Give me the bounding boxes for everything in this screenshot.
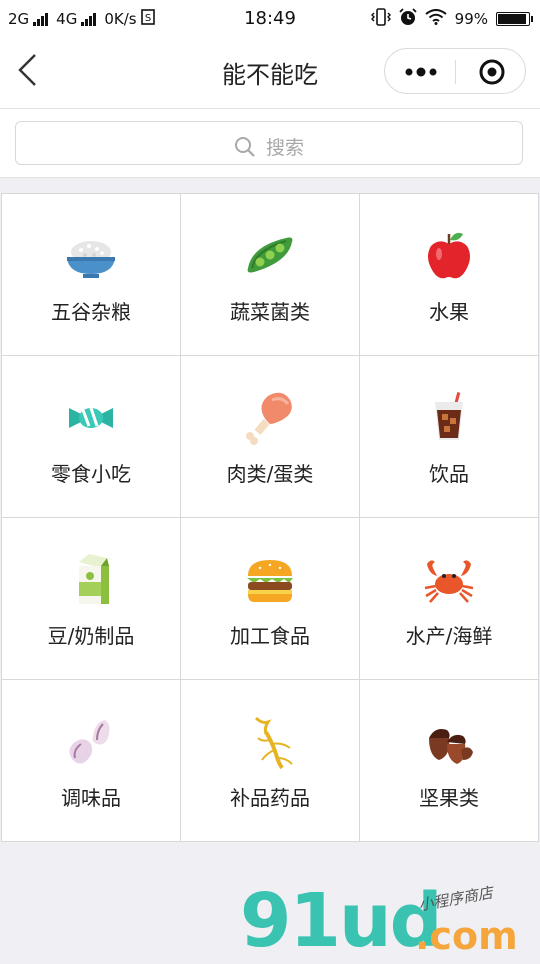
battery-percent: 99% [454,10,488,28]
category-label: 零食小吃 [51,462,131,486]
search-section: 搜索 [0,109,540,178]
search-input[interactable]: 搜索 [15,121,523,165]
close-miniprogram-button[interactable] [456,49,526,93]
category-label: 五谷杂粮 [51,300,131,324]
wifi-icon [425,9,447,29]
category-label: 调味品 [61,786,121,810]
drumstick-icon [246,392,292,445]
category-grains[interactable]: 五谷杂粮 [2,194,180,355]
category-label: 蔬菜菌类 [230,300,310,324]
rice-bowl-icon [67,241,115,278]
category-fruit[interactable]: 水果 [360,194,538,355]
category-seasonings[interactable]: 调味品 [2,680,180,841]
category-label: 饮品 [429,462,469,486]
category-dairy-soy[interactable]: 豆/奶制品 [2,518,180,679]
category-drinks[interactable]: 饮品 [360,356,538,517]
menu-capsule [384,48,526,94]
search-icon [234,136,255,157]
watermark-brand: 91ud [240,878,443,964]
category-snacks[interactable]: 零食小吃 [2,356,180,517]
more-button[interactable] [385,49,455,93]
vibrate-icon [370,8,391,30]
category-label: 肉类/蛋类 [226,462,314,486]
category-seafood[interactable]: 水产/海鲜 [360,518,538,679]
category-supplements[interactable]: 补品药品 [181,680,359,841]
milk-carton-icon [79,554,109,604]
category-label: 补品药品 [230,786,310,810]
peapod-icon [247,237,293,273]
category-vegetables[interactable]: 蔬菜菌类 [181,194,359,355]
watermark-logo: 91ud 小程序商店 .com [240,878,540,964]
category-processed-food[interactable]: 加工食品 [181,518,359,679]
search-placeholder: 搜索 [265,137,304,159]
category-meat-eggs[interactable]: 肉类/蛋类 [181,356,359,517]
more-dots-icon [405,67,437,77]
burger-icon [247,560,293,602]
garlic-icon [69,720,110,764]
category-label: 豆/奶制品 [47,624,135,648]
category-label: 水果 [429,300,469,324]
nav-bar: 能不能吃 [0,36,540,109]
category-label: 加工食品 [230,624,310,648]
battery-icon [496,12,533,26]
status-right: 99% [370,8,533,30]
apple-icon [428,232,470,279]
category-grid: 五谷杂粮 蔬菜菌类 水果 零食小吃 肉类/蛋类 饮品 豆/奶制品 加工食品 水产… [1,193,539,842]
status-bar: 2G 4G 0K/s S 18:49 99% [0,0,540,36]
category-label: 坚果类 [419,786,479,810]
nuts-icon [429,729,473,764]
category-label: 水产/海鲜 [405,624,493,648]
drink-icon [435,392,463,440]
watermark-domain: .com [415,914,518,958]
category-nuts[interactable]: 坚果类 [360,680,538,841]
candy-icon [69,407,113,428]
crab-icon [424,560,474,603]
target-close-icon [479,59,505,85]
alarm-icon [399,8,417,30]
ginseng-icon [254,716,293,770]
